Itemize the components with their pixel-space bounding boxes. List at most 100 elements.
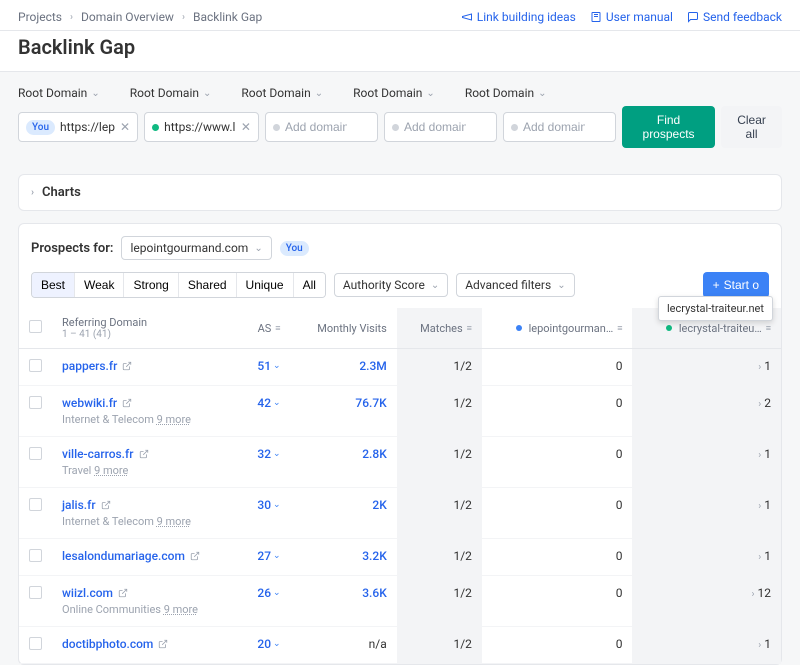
col-matches[interactable]: Matches≡: [397, 308, 482, 349]
col-visits[interactable]: Monthly Visits: [291, 308, 397, 349]
row-checkbox[interactable]: [29, 396, 42, 409]
prospects-label: Prospects for:: [31, 241, 113, 256]
root-domain-selector-2[interactable]: Root Domain⌄: [130, 86, 212, 100]
tooltip: lecrystal-traiteur.net: [658, 296, 773, 321]
referring-domain-link[interactable]: webwiki.fr: [62, 396, 132, 410]
col-as[interactable]: AS≡: [239, 308, 290, 349]
authority-score-value[interactable]: 26⌄: [257, 586, 280, 600]
monthly-visits-value[interactable]: 3.2K: [362, 549, 387, 563]
matches-value: 1/2: [397, 349, 482, 386]
monthly-visits-value[interactable]: 76.7K: [355, 396, 386, 410]
domain-category: Travel 9 more: [62, 464, 229, 477]
domain-input-1[interactable]: Youhttps://lep…✕: [18, 112, 138, 142]
table-row: ville-carros.fr Travel 9 more 32⌄ 2.8K 1…: [19, 437, 781, 488]
competitor-1-value: 0: [482, 539, 633, 576]
charts-toggle[interactable]: › Charts: [19, 175, 781, 210]
authority-score-filter[interactable]: Authority Score⌄: [334, 273, 448, 297]
send-feedback[interactable]: Send feedback: [687, 10, 782, 24]
authority-score-value[interactable]: 51⌄: [257, 359, 280, 373]
row-checkbox[interactable]: [29, 498, 42, 511]
external-link-icon: [118, 588, 128, 598]
monthly-visits-value[interactable]: 2.8K: [362, 447, 387, 461]
competitor-2-value[interactable]: ›1: [632, 349, 781, 386]
root-domain-selector-4[interactable]: Root Domain⌄: [353, 86, 435, 100]
chevron-down-icon: ⌄: [254, 243, 262, 254]
competitor-2-value[interactable]: ›1: [632, 488, 781, 539]
segment-shared[interactable]: Shared: [179, 273, 237, 297]
table-row: wiizl.com Online Communities 9 more 26⌄ …: [19, 576, 781, 627]
add-domain-field[interactable]: [285, 120, 347, 134]
add-domain-field[interactable]: [523, 120, 585, 134]
table-row: doctibphoto.com 20⌄ n/a 1/2 0 ›1: [19, 627, 781, 664]
competitor-1-value: 0: [482, 437, 633, 488]
authority-score-value[interactable]: 42⌄: [257, 396, 280, 410]
add-domain-field[interactable]: [404, 120, 466, 134]
competitor-2-value[interactable]: ›12: [632, 576, 781, 627]
authority-score-value[interactable]: 20⌄: [257, 637, 280, 651]
row-checkbox[interactable]: [29, 637, 42, 650]
link-building-ideas[interactable]: Link building ideas: [461, 10, 576, 24]
chevron-right-icon: ›: [751, 589, 754, 600]
domain-input-4[interactable]: [384, 112, 497, 142]
competitor-2-value[interactable]: ›1: [632, 539, 781, 576]
segment-best[interactable]: Best: [32, 273, 75, 297]
referring-domain-link[interactable]: pappers.fr: [62, 359, 132, 373]
competitor-2-value[interactable]: ›1: [632, 627, 781, 664]
domain-category: Internet & Telecom 9 more: [62, 413, 229, 426]
table-row: jalis.fr Internet & Telecom 9 more 30⌄ 2…: [19, 488, 781, 539]
table-row: pappers.fr 51⌄ 2.3M 1/2 0 ›1: [19, 349, 781, 386]
monthly-visits-value[interactable]: 2K: [372, 498, 386, 512]
domain-input-2[interactable]: https://www.l…✕: [144, 112, 259, 142]
authority-score-value[interactable]: 30⌄: [257, 498, 280, 512]
col-competitor-1[interactable]: lepointgourman…≡: [482, 308, 633, 349]
referring-domain-link[interactable]: wiizl.com: [62, 586, 128, 600]
authority-score-value[interactable]: 32⌄: [257, 447, 280, 461]
root-domain-selector-3[interactable]: Root Domain⌄: [241, 86, 323, 100]
row-checkbox[interactable]: [29, 586, 42, 599]
domain-input-5[interactable]: [503, 112, 616, 142]
chevron-down-icon: ⌄: [538, 88, 546, 99]
root-domain-selector-5[interactable]: Root Domain⌄: [465, 86, 547, 100]
chevron-right-icon: ›: [70, 12, 73, 23]
referring-domain-link[interactable]: jalis.fr: [62, 498, 111, 512]
referring-domain-link[interactable]: doctibphoto.com: [62, 637, 168, 651]
row-checkbox[interactable]: [29, 359, 42, 372]
close-icon[interactable]: ✕: [241, 120, 251, 134]
megaphone-icon: [461, 11, 473, 23]
start-outreach-button[interactable]: +Start o: [703, 272, 769, 298]
chevron-down-icon: ⌄: [203, 88, 211, 99]
row-checkbox[interactable]: [29, 447, 42, 460]
dot-icon: [666, 325, 672, 331]
find-prospects-button[interactable]: Find prospects: [622, 106, 715, 148]
segment-weak[interactable]: Weak: [75, 273, 124, 297]
col-referring-domain[interactable]: Referring Domain1 – 41 (41): [52, 308, 239, 349]
monthly-visits-value[interactable]: 3.6K: [362, 586, 387, 600]
competitor-1-value: 0: [482, 386, 633, 437]
user-manual[interactable]: User manual: [590, 10, 673, 24]
page-title: Backlink Gap: [0, 31, 800, 72]
domain-input-3[interactable]: [265, 112, 378, 142]
crumb-overview[interactable]: Domain Overview: [81, 10, 174, 24]
advanced-filters[interactable]: Advanced filters⌄: [456, 273, 574, 297]
authority-score-value[interactable]: 27⌄: [257, 549, 280, 563]
root-domain-selector-1[interactable]: Root Domain⌄: [18, 86, 100, 100]
segment-unique[interactable]: Unique: [237, 273, 294, 297]
referring-domain-link[interactable]: ville-carros.fr: [62, 447, 149, 461]
prospects-domain-dropdown[interactable]: lepointgourmand.com⌄: [121, 236, 271, 260]
external-link-icon: [190, 551, 200, 561]
crumb-projects[interactable]: Projects: [18, 10, 62, 24]
competitor-2-value[interactable]: ›1: [632, 437, 781, 488]
chevron-down-icon: ⌄: [273, 449, 281, 459]
close-icon[interactable]: ✕: [120, 120, 130, 134]
segment-strong[interactable]: Strong: [124, 273, 178, 297]
referring-domain-link[interactable]: lesalondumariage.com: [62, 549, 200, 563]
monthly-visits-value[interactable]: 2.3M: [359, 359, 386, 373]
select-all-checkbox[interactable]: [29, 320, 42, 333]
competitor-2-value[interactable]: ›2: [632, 386, 781, 437]
segment-all[interactable]: All: [294, 273, 325, 297]
clear-all-button[interactable]: Clear all: [721, 106, 782, 148]
row-checkbox[interactable]: [29, 549, 42, 562]
crumb-current[interactable]: Backlink Gap: [193, 10, 262, 24]
competitor-1-value: 0: [482, 576, 633, 627]
chevron-right-icon: ›: [758, 399, 761, 410]
